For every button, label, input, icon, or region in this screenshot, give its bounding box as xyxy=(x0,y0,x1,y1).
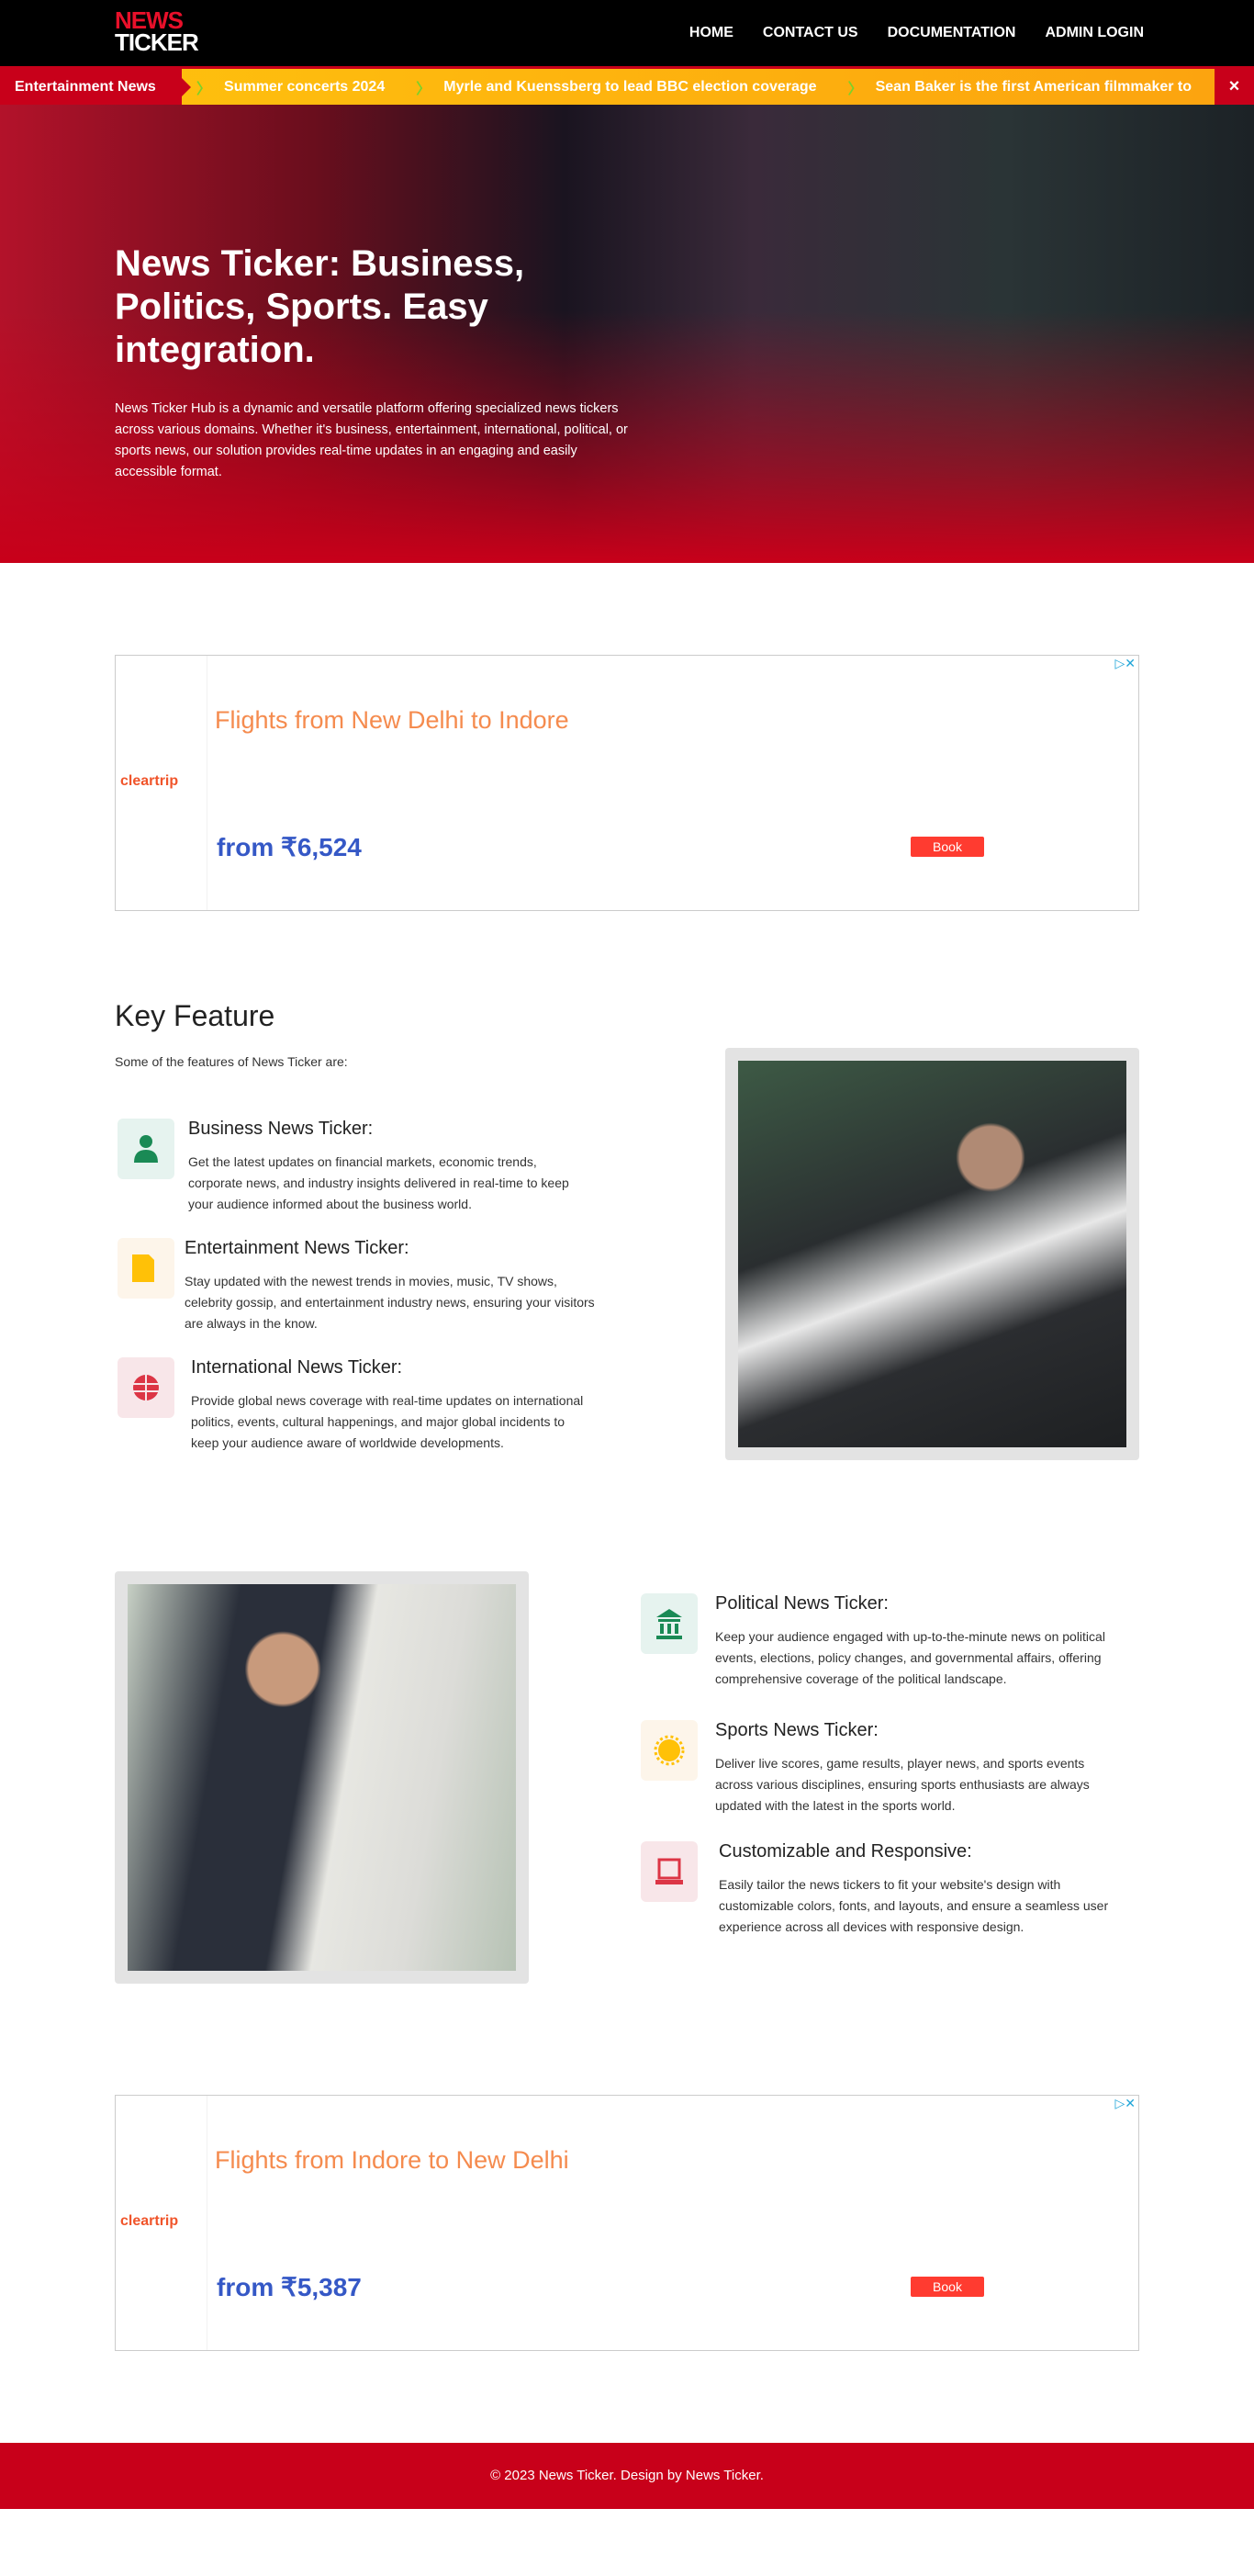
feature-image-card xyxy=(725,1048,1139,1460)
user-icon xyxy=(118,1119,174,1179)
feature-title: Business News Ticker: xyxy=(188,1119,374,1139)
hero-description: News Ticker Hub is a dynamic and versati… xyxy=(115,401,628,479)
ticker-label: Entertainment News xyxy=(0,69,191,105)
chevron-right-icon: 〉 xyxy=(196,81,212,97)
feature-description: Deliver live scores, game results, playe… xyxy=(715,1756,1090,1813)
feature-description: Easily tailor the news tickers to fit yo… xyxy=(719,1877,1109,1934)
ad-price: from ₹5,387 xyxy=(217,2273,362,2301)
feature-description: Provide global news coverage with real-t… xyxy=(191,1393,584,1450)
section-title: Key Feature xyxy=(115,999,275,1032)
news-ticker: Entertainment News 〉 Summer concerts 2024… xyxy=(0,66,1254,105)
ad-book-button[interactable]: Book xyxy=(911,837,984,857)
nav-contact-us[interactable]: CONTACT US xyxy=(763,25,858,41)
ad-choices-icon[interactable]: ▷✕ xyxy=(1115,2096,1136,2111)
ad-banner[interactable]: cleartrip ▷✕ Flights from Indore to New … xyxy=(115,2095,1139,2351)
bank-icon xyxy=(641,1593,698,1654)
section-subtitle: Some of the features of News Ticker are: xyxy=(115,1054,348,1069)
ticker-item[interactable]: Sean Baker is the first American filmmak… xyxy=(876,79,1192,96)
ad-book-button[interactable]: Book xyxy=(911,2277,984,2297)
badge-icon xyxy=(641,1720,698,1781)
site-footer: © 2023 News Ticker. Design by News Ticke… xyxy=(0,2443,1254,2509)
ticker-item[interactable]: Summer concerts 2024 xyxy=(224,79,385,96)
nav-documentation[interactable]: DOCUMENTATION xyxy=(888,25,1016,41)
feature-image-card xyxy=(115,1571,529,1984)
bearded-man-newspaper-image xyxy=(128,1584,516,1971)
chevron-right-icon: 〉 xyxy=(847,81,863,97)
feature-title: International News Ticker: xyxy=(191,1357,403,1378)
feature-title: Entertainment News Ticker: xyxy=(185,1238,409,1258)
ad-banner[interactable]: cleartrip ▷✕ Flights from New Delhi to I… xyxy=(115,655,1139,911)
feature-description: Keep your audience engaged with up-to-th… xyxy=(715,1629,1105,1686)
hero-title: News Ticker: Business, Politics, Sports.… xyxy=(115,243,525,370)
site-logo[interactable]: NEWS TICKER xyxy=(115,8,199,54)
ticker-close-button[interactable]: × xyxy=(1215,69,1254,105)
feature-description: Stay updated with the newest trends in m… xyxy=(185,1274,595,1331)
chevron-right-icon: 〉 xyxy=(416,81,431,97)
feature-international: International News Ticker: Provide globa… xyxy=(118,1357,583,1477)
man-reading-newspaper-image xyxy=(738,1061,1126,1447)
nav-admin-login[interactable]: ADMIN LOGIN xyxy=(1045,25,1144,41)
ad-choices-icon[interactable]: ▷✕ xyxy=(1115,656,1136,671)
main-nav: HOME CONTACT US DOCUMENTATION ADMIN LOGI… xyxy=(689,0,1144,66)
feature-title: Customizable and Responsive: xyxy=(719,1841,972,1862)
laptop-icon xyxy=(641,1841,698,1902)
ad-price: from ₹6,524 xyxy=(217,833,362,861)
feature-customizable: Customizable and Responsive: Easily tail… xyxy=(641,1841,1108,1961)
site-header: NEWS TICKER HOME CONTACT US DOCUMENTATIO… xyxy=(0,0,1254,66)
feature-business: Business News Ticker: Get the latest upd… xyxy=(118,1119,569,1220)
feature-title: Political News Ticker: xyxy=(715,1593,889,1614)
file-icon xyxy=(118,1238,174,1299)
ticker-item[interactable]: Myrle and Kuenssberg to lead BBC electio… xyxy=(443,79,816,96)
feature-sports: Sports News Ticker: Deliver live scores,… xyxy=(641,1720,1090,1821)
cleartrip-logo: cleartrip xyxy=(120,773,179,789)
cleartrip-logo: cleartrip xyxy=(120,2213,179,2229)
feature-political: Political News Ticker: Keep your audienc… xyxy=(641,1593,1105,1708)
hero-banner: News Ticker: Business, Politics, Sports.… xyxy=(0,105,1254,563)
feature-entertainment: Entertainment News Ticker: Stay updated … xyxy=(118,1238,595,1339)
ad-title[interactable]: Flights from New Delhi to Indore xyxy=(215,706,569,735)
nav-home[interactable]: HOME xyxy=(689,25,733,41)
ad-title[interactable]: Flights from Indore to New Delhi xyxy=(215,2146,569,2175)
feature-description: Get the latest updates on financial mark… xyxy=(188,1154,569,1211)
ticker-items: 〉 Summer concerts 2024 〉 Myrle and Kuenssb… xyxy=(196,69,1212,105)
feature-title: Sports News Ticker: xyxy=(715,1720,879,1740)
globe-icon xyxy=(118,1357,174,1418)
